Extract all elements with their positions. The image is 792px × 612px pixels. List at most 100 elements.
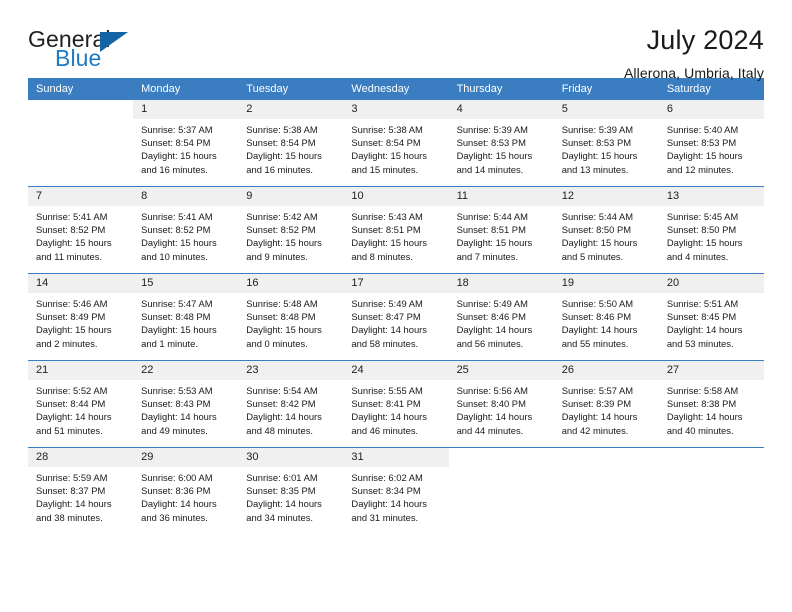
calendar-cell: 26 Sunrise: 5:57 AM Sunset: 8:39 PM Dayligh… — [553, 360, 659, 448]
day-details: Sunrise: 5:39 AM Sunset: 8:53 PM Daylight:… — [449, 119, 554, 176]
daylight-duration-line-2: and 46 minutes. — [351, 424, 419, 436]
calendar-day-cell[interactable]: 14 Sunrise: 5:46 AM Sunset: 8:49 PM Dayligh… — [28, 274, 134, 360]
day-number: 2 — [238, 100, 344, 119]
calendar-day-cell[interactable]: 13 Sunrise: 5:45 AM Sunset: 8:50 PM Dayligh… — [658, 187, 764, 273]
calendar-day-cell[interactable]: 20 Sunrise: 5:51 AM Sunset: 8:45 PM Dayligh… — [658, 274, 764, 360]
daylight-duration-line-2: and 4 minutes. — [666, 250, 729, 262]
calendar-cell: 13 Sunrise: 5:45 AM Sunset: 8:50 PM Dayligh… — [658, 186, 764, 274]
calendar-cell: 25 Sunrise: 5:56 AM Sunset: 8:40 PM Dayligh… — [448, 360, 554, 448]
calendar-cell: 18 Sunrise: 5:49 AM Sunset: 8:46 PM Dayligh… — [448, 273, 554, 361]
day-number: 4 — [448, 100, 554, 119]
sunrise-time: Sunrise: 5:57 AM — [561, 385, 634, 396]
calendar-day-cell[interactable]: 16 Sunrise: 5:48 AM Sunset: 8:48 PM Dayligh… — [238, 274, 344, 360]
calendar-day-cell[interactable]: 21 Sunrise: 5:52 AM Sunset: 8:44 PM Dayligh… — [28, 361, 134, 447]
calendar-day-cell[interactable]: 3 Sunrise: 5:38 AM Sunset: 8:54 PM Daylight… — [343, 100, 449, 186]
day-details: Sunrise: 5:49 AM Sunset: 8:47 PM Daylight:… — [343, 293, 448, 350]
calendar-day-cell[interactable]: 31 Sunrise: 6:02 AM Sunset: 8:34 PM Dayligh… — [343, 448, 449, 534]
calendar-day-cell[interactable]: 29 Sunrise: 6:00 AM Sunset: 8:36 PM Dayligh… — [133, 448, 239, 534]
calendar-day-cell[interactable]: 9 Sunrise: 5:42 AM Sunset: 8:52 PM Daylight… — [238, 187, 344, 273]
day-number: 22 — [133, 361, 239, 380]
day-details: Sunrise: 5:42 AM Sunset: 8:52 PM Daylight:… — [238, 206, 343, 263]
calendar-day-cell[interactable]: 19 Sunrise: 5:50 AM Sunset: 8:46 PM Dayligh… — [553, 274, 659, 360]
calendar-cell: 4 Sunrise: 5:39 AM Sunset: 8:53 PM Daylight… — [448, 100, 554, 187]
calendar-day-cell[interactable]: 28 Sunrise: 5:59 AM Sunset: 8:37 PM Dayligh… — [28, 448, 134, 534]
sunset-time: Sunset: 8:36 PM — [141, 485, 211, 497]
calendar-day-cell[interactable]: 18 Sunrise: 5:49 AM Sunset: 8:46 PM Dayligh… — [448, 274, 554, 360]
calendar-day-cell[interactable]: 24 Sunrise: 5:55 AM Sunset: 8:41 PM Dayligh… — [343, 361, 449, 447]
sunset-time: Sunset: 8:49 PM — [36, 311, 106, 323]
page-header: General Blue July 2024 Allerona, Umbria,… — [28, 0, 764, 81]
daylight-duration-line-2: and 5 minutes. — [561, 250, 624, 262]
calendar-day-cell[interactable]: 8 Sunrise: 5:41 AM Sunset: 8:52 PM Daylight… — [133, 187, 239, 273]
day-number: 20 — [658, 274, 764, 293]
title-block: July 2024 Allerona, Umbria, Italy — [624, 26, 764, 81]
daylight-duration-line-2: and 56 minutes. — [456, 337, 524, 349]
daylight-duration-line-2: and 58 minutes. — [351, 337, 419, 349]
calendar-week-row: 21 Sunrise: 5:52 AM Sunset: 8:44 PM Dayligh… — [28, 360, 764, 448]
sunset-time: Sunset: 8:53 PM — [666, 137, 737, 149]
calendar-day-cell[interactable]: 15 Sunrise: 5:47 AM Sunset: 8:48 PM Dayligh… — [133, 274, 239, 360]
sunrise-time: Sunrise: 5:38 AM — [246, 124, 318, 135]
daylight-duration-line-1: Daylight: 15 hours — [141, 324, 217, 336]
day-details: Sunrise: 5:46 AM Sunset: 8:49 PM Daylight:… — [28, 293, 133, 350]
daylight-duration-line-2: and 13 minutes. — [561, 163, 629, 175]
day-number: 9 — [238, 187, 344, 206]
day-details: Sunrise: 6:00 AM Sunset: 8:36 PM Daylight:… — [133, 467, 238, 524]
calendar-day-cell[interactable]: 17 Sunrise: 5:49 AM Sunset: 8:47 PM Dayligh… — [343, 274, 449, 360]
calendar-day-cell[interactable]: 22 Sunrise: 5:53 AM Sunset: 8:43 PM Dayligh… — [133, 361, 239, 447]
calendar-cell: 9 Sunrise: 5:42 AM Sunset: 8:52 PM Daylight… — [238, 186, 344, 274]
calendar-day-cell[interactable]: 23 Sunrise: 5:54 AM Sunset: 8:42 PM Dayligh… — [238, 361, 344, 447]
sunset-time: Sunset: 8:52 PM — [141, 224, 211, 236]
daylight-duration-line-1: Daylight: 14 hours — [666, 411, 743, 423]
calendar-day-cell[interactable]: 25 Sunrise: 5:56 AM Sunset: 8:40 PM Dayligh… — [448, 361, 554, 447]
calendar-day-cell[interactable]: 12 Sunrise: 5:44 AM Sunset: 8:50 PM Dayligh… — [553, 187, 659, 273]
daylight-duration-line-2: and 53 minutes. — [666, 337, 734, 349]
daylight-duration-line-1: Daylight: 14 hours — [36, 498, 112, 510]
weekday-header-wednesday: Wednesday — [343, 78, 449, 100]
calendar-day-cell[interactable]: 11 Sunrise: 5:44 AM Sunset: 8:51 PM Dayligh… — [448, 187, 554, 273]
day-number — [553, 448, 659, 467]
day-details: Sunrise: 5:48 AM Sunset: 8:48 PM Daylight:… — [238, 293, 343, 350]
day-details: Sunrise: 5:44 AM Sunset: 8:50 PM Daylight:… — [554, 206, 659, 263]
daylight-duration-line-1: Daylight: 15 hours — [456, 150, 533, 162]
day-details: Sunrise: 5:41 AM Sunset: 8:52 PM Daylight:… — [28, 206, 133, 263]
calendar-day-cell[interactable]: 30 Sunrise: 6:01 AM Sunset: 8:35 PM Dayligh… — [238, 448, 344, 534]
sunset-time: Sunset: 8:51 PM — [456, 224, 526, 236]
sunrise-time: Sunrise: 6:00 AM — [141, 472, 213, 483]
daylight-duration-line-2: and 48 minutes. — [246, 424, 313, 436]
sunrise-time: Sunrise: 5:59 AM — [36, 472, 108, 483]
sunrise-time: Sunrise: 5:45 AM — [666, 211, 739, 222]
calendar-day-cell[interactable]: 26 Sunrise: 5:57 AM Sunset: 8:39 PM Dayligh… — [553, 361, 659, 447]
weekday-header-sunday: Sunday — [28, 78, 134, 100]
day-details: Sunrise: 5:52 AM Sunset: 8:44 PM Daylight:… — [28, 380, 133, 437]
day-number: 27 — [658, 361, 764, 380]
sunrise-time: Sunrise: 6:01 AM — [246, 472, 318, 483]
daylight-duration-line-1: Daylight: 14 hours — [351, 411, 427, 423]
calendar-cell: 23 Sunrise: 5:54 AM Sunset: 8:42 PM Dayligh… — [238, 360, 344, 448]
calendar-cell — [28, 100, 134, 187]
calendar-day-cell[interactable]: 1 Sunrise: 5:37 AM Sunset: 8:54 PM Daylight… — [133, 100, 239, 186]
sunset-time: Sunset: 8:46 PM — [456, 311, 526, 323]
day-details: Sunrise: 5:56 AM Sunset: 8:40 PM Daylight:… — [449, 380, 554, 437]
calendar-day-cell-empty — [28, 100, 134, 186]
day-number: 17 — [343, 274, 449, 293]
sunset-time: Sunset: 8:47 PM — [351, 311, 421, 323]
day-details: Sunrise: 5:40 AM Sunset: 8:53 PM Daylight:… — [659, 119, 764, 176]
sunset-time: Sunset: 8:41 PM — [351, 398, 421, 410]
calendar-day-cell[interactable]: 10 Sunrise: 5:43 AM Sunset: 8:51 PM Dayligh… — [343, 187, 449, 273]
calendar-cell: 31 Sunrise: 6:02 AM Sunset: 8:34 PM Dayligh… — [343, 447, 449, 534]
daylight-duration-line-1: Daylight: 14 hours — [351, 498, 427, 510]
daylight-duration-line-1: Daylight: 14 hours — [456, 411, 533, 423]
sunset-time: Sunset: 8:45 PM — [666, 311, 737, 323]
calendar-day-cell[interactable]: 5 Sunrise: 5:39 AM Sunset: 8:53 PM Daylight… — [553, 100, 659, 186]
calendar-day-cell[interactable]: 27 Sunrise: 5:58 AM Sunset: 8:38 PM Dayligh… — [658, 361, 764, 447]
day-number: 7 — [28, 187, 134, 206]
calendar-day-cell[interactable]: 2 Sunrise: 5:38 AM Sunset: 8:54 PM Daylight… — [238, 100, 344, 186]
sunset-time: Sunset: 8:48 PM — [141, 311, 211, 323]
weekday-header-saturday: Saturday — [658, 78, 764, 100]
calendar-day-cell[interactable]: 7 Sunrise: 5:41 AM Sunset: 8:52 PM Daylight… — [28, 187, 134, 273]
daylight-duration-line-1: Daylight: 14 hours — [246, 498, 322, 510]
calendar-day-cell[interactable]: 4 Sunrise: 5:39 AM Sunset: 8:53 PM Daylight… — [448, 100, 554, 186]
brand-logo[interactable]: General Blue — [28, 26, 138, 74]
calendar-day-cell[interactable]: 6 Sunrise: 5:40 AM Sunset: 8:53 PM Daylight… — [658, 100, 764, 186]
